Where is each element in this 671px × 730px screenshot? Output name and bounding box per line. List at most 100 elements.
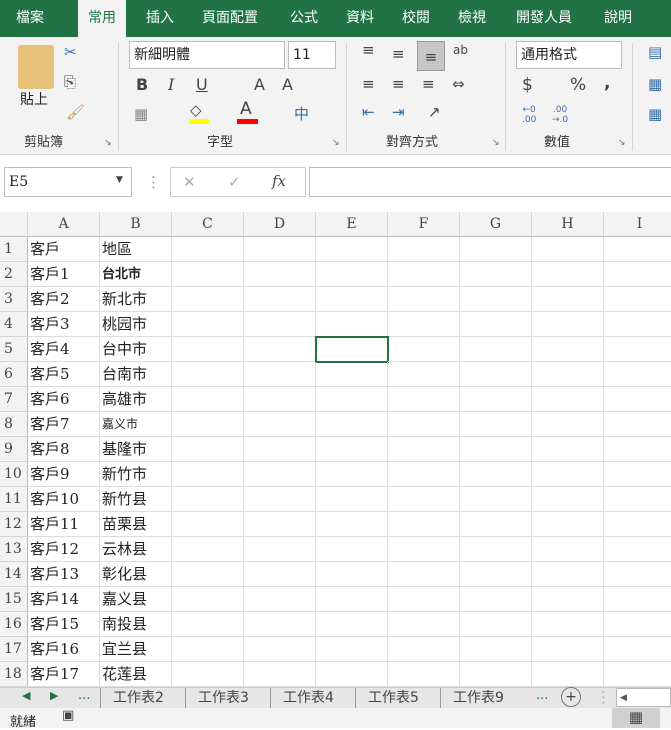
column-header-B[interactable]: B [100, 212, 172, 237]
cell-E4[interactable] [316, 312, 388, 337]
cell-E9[interactable] [316, 437, 388, 462]
cell-I17[interactable] [604, 637, 671, 662]
cell-E12[interactable] [316, 512, 388, 537]
cell-D1[interactable] [244, 237, 316, 262]
column-header-G[interactable]: G [460, 212, 532, 237]
cell-E2[interactable] [316, 262, 388, 287]
cell-F17[interactable] [388, 637, 460, 662]
row-header[interactable]: 7 [0, 387, 28, 412]
cell-I16[interactable] [604, 612, 671, 637]
cancel-button[interactable]: ✕ [183, 173, 196, 191]
cut-icon[interactable]: ✂ [64, 43, 77, 61]
cell-I9[interactable] [604, 437, 671, 462]
cell-A13[interactable]: 客戶12 [28, 537, 100, 562]
align-left-icon[interactable]: ≡ [362, 75, 375, 93]
cell-B1[interactable]: 地區 [100, 237, 172, 262]
cell-A14[interactable]: 客戶13 [28, 562, 100, 587]
cell-G3[interactable] [460, 287, 532, 312]
cell-D2[interactable] [244, 262, 316, 287]
cell-H14[interactable] [532, 562, 604, 587]
cell-B7[interactable]: 高雄市 [100, 387, 172, 412]
orientation-icon[interactable]: ↗ [428, 103, 441, 121]
row-header[interactable]: 8 [0, 412, 28, 437]
cell-C14[interactable] [172, 562, 244, 587]
cell-F4[interactable] [388, 312, 460, 337]
increase-indent-icon[interactable]: ⇥ [392, 103, 405, 121]
cell-I14[interactable] [604, 562, 671, 587]
cell-I2[interactable] [604, 262, 671, 287]
cell-E7[interactable] [316, 387, 388, 412]
cell-C4[interactable] [172, 312, 244, 337]
cell-H7[interactable] [532, 387, 604, 412]
cell-G12[interactable] [460, 512, 532, 537]
cell-E8[interactable] [316, 412, 388, 437]
cell-styles-icon[interactable]: ▦ [648, 105, 662, 123]
cell-B15[interactable]: 嘉义县 [100, 587, 172, 612]
cell-H16[interactable] [532, 612, 604, 637]
cell-E14[interactable] [316, 562, 388, 587]
cell-H4[interactable] [532, 312, 604, 337]
cell-G4[interactable] [460, 312, 532, 337]
row-header[interactable]: 4 [0, 312, 28, 337]
cell-E16[interactable] [316, 612, 388, 637]
sheet-tab[interactable]: 工作表2 [100, 688, 185, 708]
cell-F13[interactable] [388, 537, 460, 562]
cell-H1[interactable] [532, 237, 604, 262]
column-header-E[interactable]: E [316, 212, 388, 237]
cell-I10[interactable] [604, 462, 671, 487]
cell-A18[interactable]: 客戶17 [28, 662, 100, 687]
cell-C2[interactable] [172, 262, 244, 287]
row-header[interactable]: 5 [0, 337, 28, 362]
cell-F2[interactable] [388, 262, 460, 287]
sheet-tab[interactable]: 工作表4 [270, 688, 355, 708]
cell-A10[interactable]: 客戶9 [28, 462, 100, 487]
conditional-format-icon[interactable]: ▤ [648, 43, 662, 61]
cell-A5[interactable]: 客戶4 [28, 337, 100, 362]
cell-B13[interactable]: 云林县 [100, 537, 172, 562]
copy-icon[interactable]: ⎘ [64, 73, 76, 91]
more-sheets-left[interactable]: ... [78, 688, 90, 703]
cell-G8[interactable] [460, 412, 532, 437]
cell-H6[interactable] [532, 362, 604, 387]
cell-F11[interactable] [388, 487, 460, 512]
font-size-select[interactable]: 11 [288, 41, 336, 69]
cell-I18[interactable] [604, 662, 671, 687]
decrease-decimal-icon[interactable]: .00 →.0 [552, 105, 568, 125]
align-right-icon[interactable]: ≡ [422, 75, 435, 93]
cell-G16[interactable] [460, 612, 532, 637]
cell-B9[interactable]: 基隆市 [100, 437, 172, 462]
cell-A3[interactable]: 客戶2 [28, 287, 100, 312]
row-header[interactable]: 18 [0, 662, 28, 687]
cell-A17[interactable]: 客戶16 [28, 637, 100, 662]
cell-B3[interactable]: 新北市 [100, 287, 172, 312]
cell-A4[interactable]: 客戶3 [28, 312, 100, 337]
row-header[interactable]: 9 [0, 437, 28, 462]
cell-I3[interactable] [604, 287, 671, 312]
splitter-handle[interactable]: ⋮ [596, 688, 611, 706]
italic-button[interactable]: I [168, 75, 174, 94]
format-table-icon[interactable]: ▦ [648, 75, 662, 93]
row-header[interactable]: 2 [0, 262, 28, 287]
cell-D11[interactable] [244, 487, 316, 512]
cell-F10[interactable] [388, 462, 460, 487]
cell-C9[interactable] [172, 437, 244, 462]
cell-G13[interactable] [460, 537, 532, 562]
normal-view-icon[interactable]: ▦ [612, 708, 660, 728]
tab-3[interactable]: 頁面配置 [192, 0, 268, 37]
cell-G10[interactable] [460, 462, 532, 487]
cell-I15[interactable] [604, 587, 671, 612]
formula-input[interactable] [309, 167, 671, 197]
cell-D5[interactable] [244, 337, 316, 362]
row-header[interactable]: 1 [0, 237, 28, 262]
cell-C10[interactable] [172, 462, 244, 487]
column-header-F[interactable]: F [388, 212, 460, 237]
cell-B18[interactable]: 花莲县 [100, 662, 172, 687]
cell-F9[interactable] [388, 437, 460, 462]
row-header[interactable]: 10 [0, 462, 28, 487]
cell-C5[interactable] [172, 337, 244, 362]
cell-E1[interactable] [316, 237, 388, 262]
cell-C7[interactable] [172, 387, 244, 412]
cell-I11[interactable] [604, 487, 671, 512]
grow-font-button[interactable]: A [254, 75, 265, 94]
cell-C3[interactable] [172, 287, 244, 312]
